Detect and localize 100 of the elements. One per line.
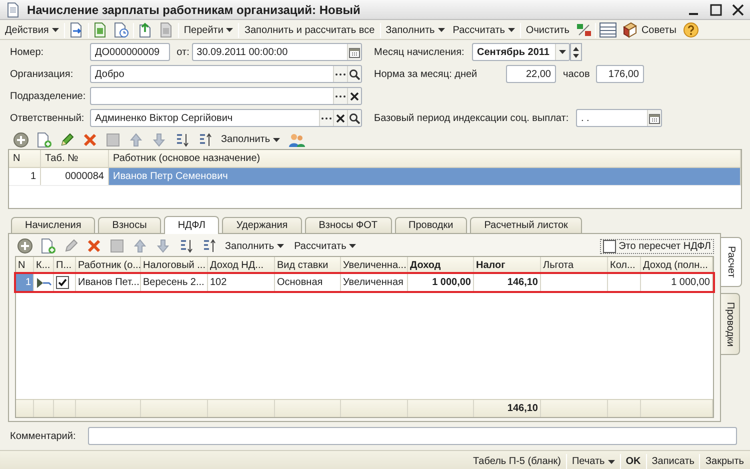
column-header[interactable]: Налог — [474, 257, 541, 273]
calendar-button[interactable] — [647, 110, 661, 126]
footer-button[interactable]: Записать — [648, 452, 698, 469]
column-header[interactable]: Льгота — [541, 257, 608, 273]
toolbar-button[interactable]: Заполнить и рассчитать все — [241, 21, 378, 39]
search-button[interactable] — [347, 66, 361, 82]
table-cell[interactable]: 146,10 — [474, 274, 541, 292]
document-arrow-icon[interactable] — [68, 22, 84, 38]
add-icon[interactable] — [16, 238, 32, 254]
clear-button[interactable] — [347, 88, 361, 104]
table-cell[interactable]: Иванов Пет... — [76, 274, 141, 292]
clear-button[interactable] — [333, 110, 347, 126]
search-button[interactable] — [347, 110, 361, 126]
dropdown-button[interactable]: Заполнить — [382, 21, 448, 39]
table-cell[interactable]: Основная — [275, 274, 341, 292]
document-icon[interactable] — [92, 22, 108, 38]
tab[interactable]: Проводки — [394, 217, 468, 233]
field-label: от: — [176, 46, 190, 58]
table-cell[interactable]: 1 000,00 — [408, 274, 474, 292]
spin-button[interactable] — [570, 43, 582, 61]
document-clock-icon[interactable] — [113, 22, 130, 38]
input-field[interactable]: Сентябрь 2011 — [472, 43, 570, 61]
dropdown-button[interactable]: Рассчитать — [291, 237, 360, 255]
select-button[interactable] — [333, 88, 347, 104]
footer-button[interactable]: Закрыть — [702, 452, 747, 469]
calendar-icon — [649, 112, 660, 124]
help-icon[interactable] — [682, 22, 699, 38]
column-header[interactable]: Налоговый ... — [141, 257, 208, 273]
field-label: Номер: — [10, 46, 45, 58]
caret-icon — [226, 28, 234, 32]
input-field[interactable] — [90, 87, 362, 105]
column-header[interactable]: N — [16, 257, 34, 273]
column-header[interactable]: Работник (основое назначение) — [109, 150, 741, 167]
number-field[interactable]: 22,00 — [506, 65, 556, 83]
caret-icon — [608, 460, 615, 464]
dropdown-button[interactable]: Действия — [2, 21, 62, 39]
column-header[interactable]: Доход НД... — [208, 257, 275, 273]
close-button[interactable] — [732, 4, 744, 16]
table-cell[interactable]: 1 000,00 — [641, 274, 713, 292]
ok-button[interactable]: OK — [622, 452, 644, 469]
input-field[interactable]: . . — [576, 109, 662, 127]
clear-icon — [336, 114, 345, 122]
table-cell[interactable]: 102 — [208, 274, 275, 292]
checkbox[interactable] — [602, 240, 616, 252]
field-label: Комментарий: — [10, 430, 77, 442]
input-field[interactable]: 30.09.2011 00:00:00 — [192, 43, 362, 61]
delete-icon[interactable] — [82, 132, 98, 148]
table-cell[interactable]: 1 — [9, 168, 41, 185]
ellipsis-icon — [335, 94, 346, 98]
dropdown-button[interactable]: Печать — [568, 452, 618, 469]
toolbar-button[interactable]: Очистить — [522, 21, 572, 39]
dropdown-button[interactable] — [555, 44, 569, 60]
document-export-icon[interactable] — [137, 22, 154, 38]
column-header[interactable]: Работник (о... — [76, 257, 141, 273]
input-field[interactable]: ДО000000009 — [90, 43, 170, 61]
dropdown-button[interactable]: Заполнить — [222, 237, 288, 255]
comment-field[interactable] — [88, 427, 737, 445]
list-icon[interactable] — [598, 22, 617, 38]
tab[interactable]: Удержания — [222, 217, 302, 233]
copy-icon[interactable] — [40, 238, 56, 254]
input-field[interactable]: Админенко Віктор Сергійович — [90, 109, 362, 127]
dropdown-button[interactable]: Заполнить — [218, 130, 284, 148]
tab[interactable]: Взносы ФОТ — [304, 217, 392, 233]
select-button[interactable] — [319, 110, 333, 126]
select-button[interactable] — [333, 66, 347, 82]
edit-icon[interactable] — [58, 132, 74, 148]
maximize-button[interactable] — [710, 4, 722, 16]
side-tab[interactable]: Проводки — [721, 292, 740, 356]
people-icon[interactable] — [288, 132, 306, 148]
field-label: Месяц начисления: — [374, 46, 466, 58]
column-header[interactable]: П... — [54, 257, 76, 273]
tab[interactable]: НДФЛ — [164, 216, 220, 234]
add-icon[interactable] — [12, 132, 28, 148]
input-field[interactable]: Добро — [90, 65, 362, 83]
column-header[interactable]: Таб. № — [41, 150, 109, 167]
column-header[interactable]: Кол... — [608, 257, 641, 273]
number-field[interactable]: 176,00 — [596, 65, 644, 83]
tab[interactable]: Расчетный листок — [470, 217, 582, 233]
field-label: Норма за месяц: дней — [374, 68, 478, 80]
column-header[interactable]: К... — [34, 257, 54, 273]
dropdown-button[interactable]: Перейти — [180, 21, 236, 39]
copy-icon[interactable] — [36, 132, 52, 148]
calendar-button[interactable] — [346, 44, 361, 60]
column-header[interactable]: Увеличенна... — [341, 257, 408, 273]
ellipsis-icon — [335, 72, 346, 76]
edit-icon[interactable] — [62, 238, 78, 254]
side-tab[interactable]: Расчет — [721, 237, 742, 287]
column-header[interactable]: Доход — [408, 257, 474, 273]
footer-button[interactable]: Табель П-5 (бланк) — [470, 452, 564, 469]
checkbox[interactable] — [56, 276, 69, 289]
table-cell[interactable]: Увеличенная — [341, 274, 408, 292]
tab[interactable]: Взносы — [98, 217, 161, 233]
delete-icon[interactable] — [86, 238, 102, 254]
tab[interactable]: Начисления — [11, 217, 96, 233]
column-header[interactable]: Доход (полн... — [641, 257, 713, 273]
column-header[interactable]: Вид ставки — [275, 257, 341, 273]
dropdown-button[interactable]: Рассчитать — [450, 21, 518, 39]
toolbar-button[interactable]: Советы — [619, 21, 680, 39]
column-header[interactable]: N — [9, 150, 41, 167]
table-cell[interactable]: Вересень 2... — [141, 274, 208, 292]
